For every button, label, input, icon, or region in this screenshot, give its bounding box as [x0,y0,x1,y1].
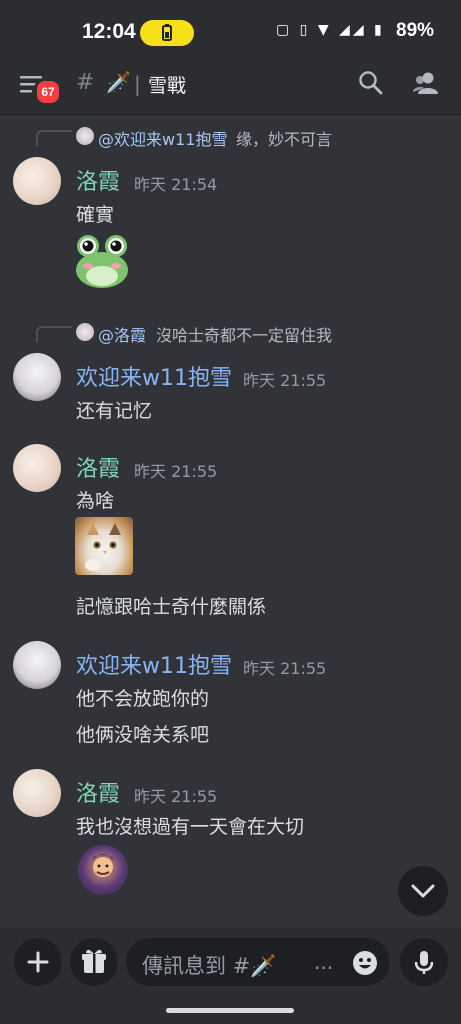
channel-header [0,66,461,115]
channel-emoji: 🗡️ [106,70,131,94]
timestamp: 昨天 21:55 [243,659,327,678]
reply-text[interactable]: 沒哈士奇都不一定留住我 [156,322,332,346]
avatar[interactable] [13,641,61,689]
author-name[interactable]: 洛霞 [76,776,120,808]
timestamp: 昨天 21:54 [134,175,218,194]
avatar[interactable] [13,157,61,205]
members-icon[interactable] [412,70,440,96]
author-name[interactable]: 洛霞 [76,164,120,196]
battery-percent: 89% [396,20,435,41]
reply-connector [36,130,72,146]
timestamp: 昨天 21:55 [134,787,218,806]
gift-icon[interactable] [70,938,118,986]
channel-name[interactable]: 雪戰 [148,71,186,98]
reply-author[interactable]: @洛霞 [98,322,146,346]
message-text: 記憶跟哈士奇什麼關係 [76,596,267,618]
reply-text[interactable]: 缘，妙不可言 [236,126,332,150]
search-icon[interactable] [358,70,384,96]
notification-badge: 67 [34,78,62,106]
message-text: 我也沒想過有一天會在大切 [76,816,305,838]
status-time: 12:04 [82,20,136,43]
avatar[interactable] [13,444,61,492]
microphone-icon[interactable] [400,938,448,986]
avatar[interactable] [13,353,61,401]
home-indicator [166,1008,294,1013]
message-text: 確實 [76,204,115,226]
status-bar [0,0,461,66]
message-text: 还有记忆 [76,400,153,422]
emoji-icon[interactable] [352,950,378,976]
cat-image[interactable] [75,517,133,575]
timestamp: 昨天 21:55 [134,462,218,481]
more-options[interactable]: ... [314,950,333,974]
author-name[interactable]: 洛霞 [76,451,120,483]
reply-connector [36,326,72,342]
locked-channel-icon: # [76,70,95,95]
author-name[interactable]: 欢迎来w11抱雪 [76,648,232,680]
message-text: 為啥 [76,490,115,512]
frog-sticker[interactable] [74,232,130,288]
message-input-placeholder[interactable]: 傳訊息到 #🗡️ [142,950,276,980]
reply-author[interactable]: @欢迎来w11抱雪 [98,126,227,150]
avatar[interactable] [13,769,61,817]
reply-avatar [76,323,94,341]
timestamp: 昨天 21:55 [243,371,327,390]
author-name[interactable]: 欢迎来w11抱雪 [76,360,232,392]
scroll-to-bottom-button[interactable] [398,866,448,916]
message-text: 他不会放跑你的 [76,688,210,710]
message-text: 他俩没啥关系吧 [76,724,210,746]
add-attachment-button[interactable] [14,938,62,986]
battery-saver-icon [140,20,194,46]
channel-separator: | [134,72,141,96]
character-sticker[interactable] [78,845,128,895]
reply-avatar [76,127,94,145]
signal-icons: ▢ ▯ ▼ ◢◢ ▮ [276,22,385,38]
